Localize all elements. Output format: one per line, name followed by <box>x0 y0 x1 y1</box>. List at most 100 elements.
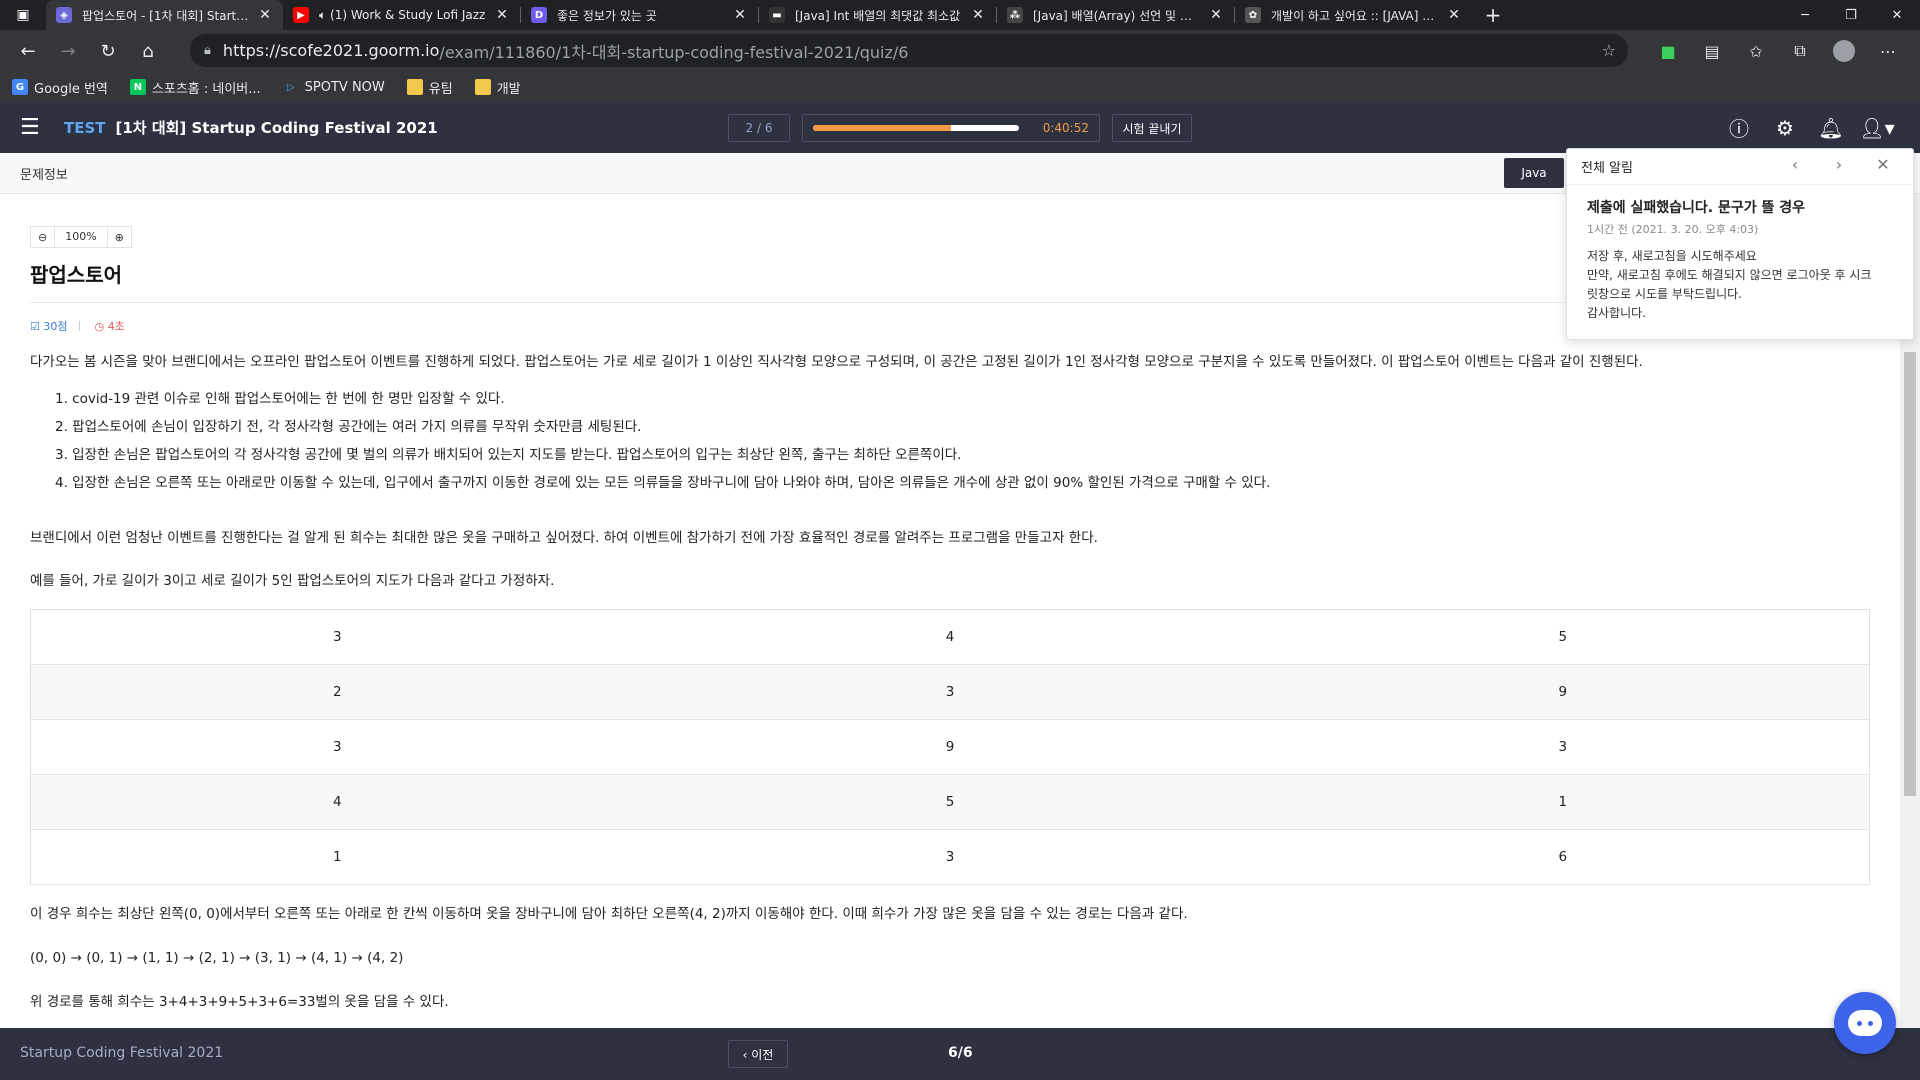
url-host: https://scofe2021.goorm.io <box>222 41 440 60</box>
end-exam-button[interactable]: 시험 끝내기 <box>1112 114 1192 142</box>
bookmark-item[interactable]: 유팀 <box>406 78 453 97</box>
time-limit-label: 4초 <box>107 320 125 333</box>
minimize-icon[interactable]: ─ <box>1782 0 1828 30</box>
notification-title: 제출에 실패했습니다. 문구가 뜰 경우 <box>1587 200 1806 216</box>
header-icons: ⓘ ⚙ 🔔︎ 👤︎▾ <box>1716 102 1900 153</box>
problem-meta: ☑ 30점 ◷ 4초 <box>30 318 125 334</box>
more-menu-icon[interactable]: ⋯ <box>1866 42 1910 61</box>
forward-icon[interactable]: → <box>48 33 88 69</box>
browser-tab[interactable]: ⁂ [Java] 배열(Array) 선언 및 초기화 ✕ <box>997 0 1234 30</box>
close-icon[interactable]: ✕ <box>1208 7 1224 23</box>
close-icon[interactable]: ✕ <box>970 7 986 23</box>
bookmark-item[interactable]: N 스포츠홈 : 네이버... <box>129 78 261 97</box>
info-icon[interactable]: ⓘ <box>1716 113 1762 142</box>
bookmark-star-icon[interactable]: ☆ <box>1602 41 1616 60</box>
goorm-icon: ◈ <box>56 7 72 23</box>
new-tab-button[interactable]: + <box>1478 0 1508 30</box>
list-item: 2. 팝업스토어에 손님이 입장하기 전, 각 정사각형 공간에는 여러 가지 … <box>55 419 642 435</box>
list-item: 3. 입장한 손님은 팝업스토어의 각 정사각형 공간에 몇 벌의 의류가 배치… <box>55 447 962 463</box>
back-icon[interactable]: ← <box>8 33 48 69</box>
close-icon[interactable]: ✕ <box>257 7 273 23</box>
time-progress-fill <box>813 125 952 131</box>
problem-title: 팝업스토어 <box>30 263 122 287</box>
extension-icon[interactable]: ▤ <box>1690 42 1734 61</box>
table-cell: 5 <box>643 774 1257 830</box>
scrollbar-thumb[interactable] <box>1904 352 1916 796</box>
bookmark-item[interactable]: ▷ SPOTV NOW <box>283 79 385 95</box>
url-path: /exam/111860/1차-대회-startup-coding-festiv… <box>439 42 909 62</box>
speaker-icon[interactable]: 🔈︎ <box>319 8 330 22</box>
url-field[interactable]: 🔒︎ https://scofe2021.goorm.io/exam/11186… <box>190 34 1628 67</box>
close-window-icon[interactable]: ✕ <box>1874 0 1920 30</box>
table-cell: 1 <box>30 829 644 885</box>
close-icon[interactable]: ✕ <box>732 7 748 23</box>
close-icon[interactable]: ✕ <box>1446 7 1462 23</box>
close-icon[interactable]: ✕ <box>494 7 510 23</box>
footer-page-indicator: 6/6 <box>948 1045 973 1061</box>
language-select[interactable]: Java <box>1504 158 1564 188</box>
store-map-table: 345 239 393 451 136 <box>30 609 1870 885</box>
blog-icon: ▬ <box>769 7 785 23</box>
menu-icon[interactable]: ☰ <box>20 115 46 140</box>
problem-info-tab[interactable]: 문제정보 <box>20 164 68 183</box>
browser-tab[interactable]: D 좋은 정보가 있는 곳 ✕ <box>521 0 758 30</box>
browser-tab[interactable]: ◈ 팝업스토어 - [1차 대회] Startup Coding Festiva… <box>46 0 283 30</box>
notification-popover: 전체 알림 ‹ › ✕ 제출에 실패했습니다. 문구가 뜰 경우 1시간 전 (… <box>1566 148 1914 340</box>
extension-icon[interactable]: ■ <box>1646 42 1690 61</box>
naver-icon: N <box>129 79 146 95</box>
tab-title: 개발이 하고 싶어요 :: [JAVA] Array <box>1271 8 1440 23</box>
table-cell: 3 <box>30 719 644 775</box>
chat-button[interactable] <box>1834 992 1896 1054</box>
tab-actions-icon[interactable]: ▣ <box>0 0 46 30</box>
table-cell: 6 <box>1256 829 1870 885</box>
bookmark-item[interactable]: G Google 번역 <box>12 78 108 97</box>
chevron-left-icon[interactable]: ‹ <box>1773 155 1817 174</box>
problem-paragraph: 브랜디에서 이런 엄청난 이벤트를 진행한다는 걸 알게 된 희수는 최대한 많… <box>30 530 1098 546</box>
blog-icon: ⁂ <box>1007 7 1023 23</box>
blog-icon: ✿ <box>1245 7 1261 23</box>
tab-title: [Java] Int 배열의 최댓값 최소값 <box>795 8 961 23</box>
profile-avatar[interactable] <box>1833 40 1855 62</box>
problem-paragraph: 위 경로를 통해 희수는 3+4+3+9+5+3+6=33벌의 옷을 담을 수 … <box>30 994 449 1010</box>
table-cell: 4 <box>643 609 1257 665</box>
time-progress-bar <box>813 125 1019 131</box>
points-label: 30점 <box>43 320 68 333</box>
browser-tab[interactable]: ▶ 🔈︎ (1) Work & Study Lofi Jazz ✕ <box>283 0 520 30</box>
folder-icon <box>474 79 491 95</box>
table-row: 136 <box>30 829 1870 885</box>
browser-tab[interactable]: ▬ [Java] Int 배열의 최댓값 최소값 ✕ <box>759 0 996 30</box>
tab-title: 좋은 정보가 있는 곳 <box>557 8 657 23</box>
table-cell: 2 <box>30 664 644 720</box>
table-cell: 1 <box>1256 774 1870 830</box>
restore-icon[interactable]: ❐ <box>1828 0 1874 30</box>
reload-icon[interactable]: ↻ <box>88 33 128 69</box>
collections-icon[interactable]: ⧉ <box>1778 41 1822 61</box>
bookmark-item[interactable]: 개발 <box>474 78 521 97</box>
bell-icon[interactable]: 🔔︎ <box>1808 116 1854 140</box>
checkbox-icon: ☑ <box>30 319 44 333</box>
table-cell: 3 <box>30 609 644 665</box>
timer-text: 0:40:52 <box>1042 121 1089 135</box>
table-cell: 4 <box>30 774 644 830</box>
google-translate-icon: G <box>12 79 28 95</box>
chat-icon <box>1848 1010 1882 1036</box>
youtube-icon: ▶ <box>293 7 309 23</box>
footer-title: Startup Coding Festival 2021 <box>20 1045 224 1061</box>
close-icon[interactable]: ✕ <box>1861 155 1905 174</box>
zoom-in-icon[interactable]: ⊕ <box>108 231 131 244</box>
question-page-indicator[interactable]: 2 / 6 <box>728 114 790 142</box>
table-cell: 5 <box>1256 609 1870 665</box>
exam-title: [1차 대회] Startup Coding Festival 2021 <box>115 119 438 137</box>
tab-title: 팝업스토어 - [1차 대회] Startup Coding Festival … <box>82 8 251 23</box>
zoom-out-icon[interactable]: ⊖ <box>31 231 54 244</box>
lock-icon[interactable]: 🔒︎ <box>204 43 211 58</box>
favorites-icon[interactable]: ✩ <box>1734 42 1778 61</box>
chevron-right-icon[interactable]: › <box>1817 155 1861 174</box>
window-controls: ─ ❐ ✕ <box>1782 0 1920 30</box>
user-icon[interactable]: 👤︎▾ <box>1854 116 1900 140</box>
home-icon[interactable]: ⌂ <box>128 33 168 69</box>
tab-title: [Java] 배열(Array) 선언 및 초기화 <box>1033 8 1202 23</box>
gear-icon[interactable]: ⚙ <box>1762 116 1808 140</box>
prev-button[interactable]: ‹ 이전 <box>728 1040 788 1068</box>
browser-tab[interactable]: ✿ 개발이 하고 싶어요 :: [JAVA] Array ✕ <box>1235 0 1472 30</box>
